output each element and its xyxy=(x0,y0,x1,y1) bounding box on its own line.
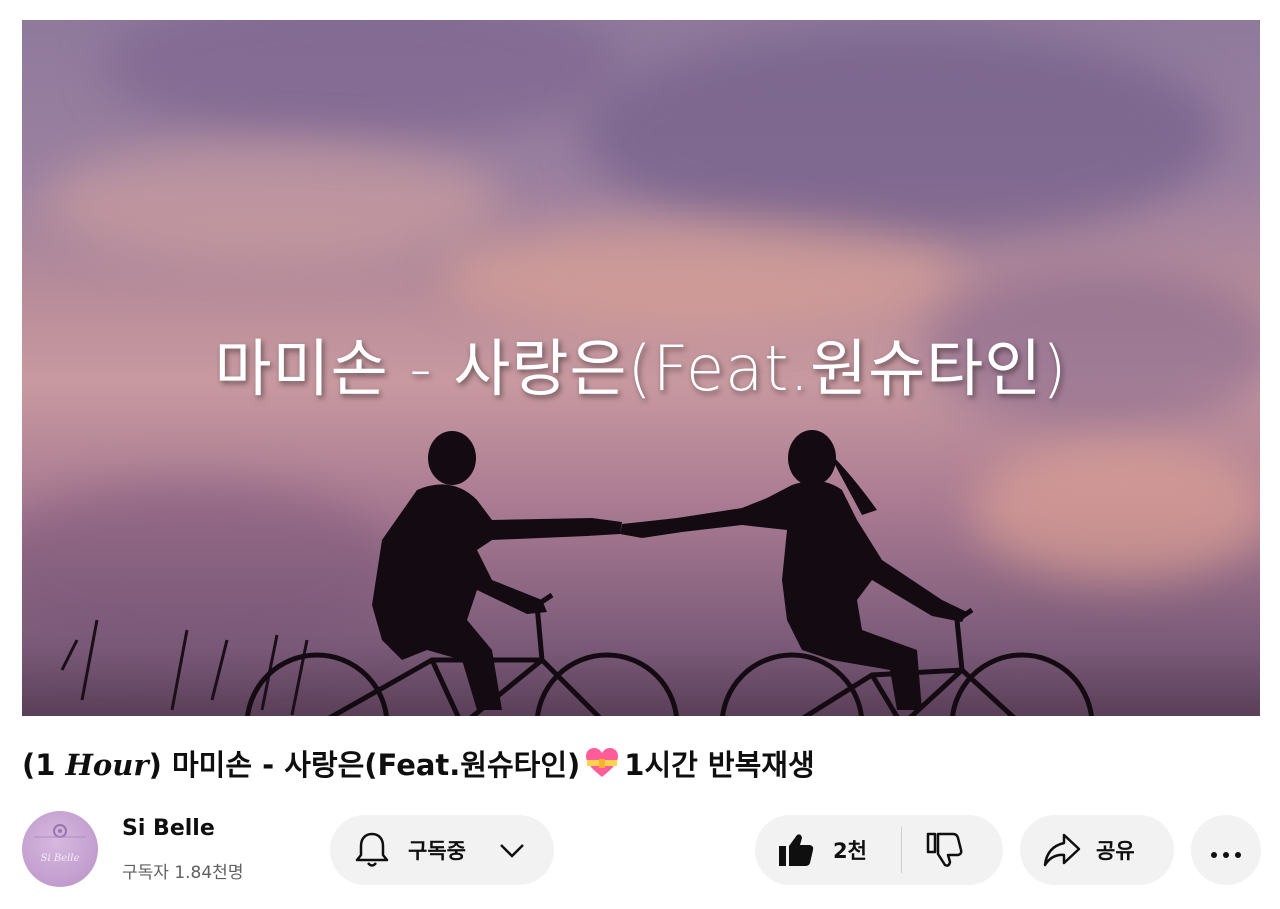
like-dislike-group: 2천 xyxy=(755,815,1003,885)
video-title: (1 Hour) 마미손 - 사랑은(Feat.원슈타인) 1시간 반복재생 xyxy=(22,742,815,786)
chevron-down-icon xyxy=(498,841,526,865)
heart-with-ribbon-icon xyxy=(584,747,620,786)
share-arrow-icon xyxy=(1042,832,1082,873)
share-button[interactable]: 공유 xyxy=(1020,815,1174,885)
avatar-label: Si Belle xyxy=(40,853,80,864)
video-player[interactable]: 마미손 - 사랑은(Feat.원슈타인) xyxy=(22,20,1260,716)
video-title-prefix: (1 xyxy=(22,748,66,782)
like-divider xyxy=(901,827,902,873)
share-label: 공유 xyxy=(1096,839,1135,863)
bell-icon xyxy=(354,831,390,874)
channel-name[interactable]: Si Belle xyxy=(122,816,215,841)
more-actions-button[interactable] xyxy=(1191,815,1261,885)
like-count[interactable]: 2천 xyxy=(833,835,867,865)
couple-on-bicycles-silhouette xyxy=(60,430,1094,716)
subscribed-button[interactable]: 구독중 xyxy=(330,815,554,885)
avatar-record-icon xyxy=(34,824,86,838)
subscriber-count: 구독자 1.84천명 xyxy=(122,863,244,883)
channel-avatar[interactable]: Si Belle xyxy=(22,811,98,887)
video-title-main: ) 마미손 - 사랑은(Feat.원슈타인) xyxy=(148,748,581,782)
dislike-thumb-down-icon[interactable] xyxy=(925,832,963,873)
video-title-hour: Hour xyxy=(65,748,149,782)
like-thumb-up-icon[interactable] xyxy=(777,832,815,873)
subscribed-label: 구독중 xyxy=(408,839,466,863)
video-title-suffix: 1시간 반복재생 xyxy=(624,748,815,782)
more-horizontal-icon xyxy=(1210,845,1242,864)
